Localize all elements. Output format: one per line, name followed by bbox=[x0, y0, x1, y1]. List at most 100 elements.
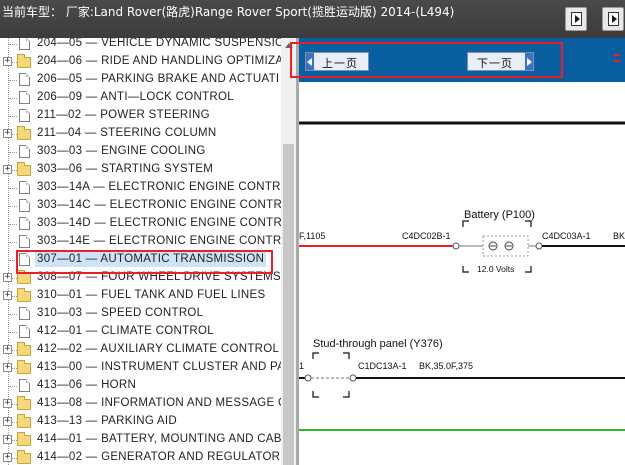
wire-left-label: F,1105 bbox=[299, 231, 325, 241]
connector-pin bbox=[535, 242, 543, 250]
tree-item-310-03[interactable]: 310—03 — SPEED CONTROL bbox=[0, 305, 281, 323]
tree-item-label: 413—13 — PARKING AID bbox=[37, 415, 178, 427]
expand-plus-icon[interactable]: + bbox=[3, 57, 12, 66]
tree-item-206-09[interactable]: 206—09 — ANTI—LOCK CONTROL bbox=[0, 89, 281, 107]
document-icon bbox=[19, 235, 30, 248]
tree-item-412-02[interactable]: +412—02 — AUXILIARY CLIMATE CONTROL bbox=[0, 341, 281, 359]
tree-connector bbox=[9, 44, 17, 45]
battery-title: Battery (P100) bbox=[464, 209, 535, 221]
folder-icon bbox=[17, 414, 31, 428]
tree-item-413-08[interactable]: +413—08 — INFORMATION AND MESSAGE C bbox=[0, 395, 281, 413]
tree-item-label: 204—06 — RIDE AND HANDLING OPTIMIZA bbox=[37, 55, 281, 67]
folder-icon bbox=[17, 54, 31, 68]
expand-plus-icon[interactable]: + bbox=[3, 345, 12, 354]
tree-connector bbox=[9, 116, 17, 117]
tree-scrollbar[interactable] bbox=[281, 38, 296, 465]
tree-connector bbox=[9, 188, 17, 189]
stud-title: Stud-through panel (Y376) bbox=[313, 338, 443, 350]
tree-item-303-14a[interactable]: 303—14A — ELECTRONIC ENGINE CONTRO bbox=[0, 179, 281, 197]
scroll-thumb[interactable] bbox=[283, 144, 294, 465]
tree-connector bbox=[9, 242, 17, 243]
document-icon bbox=[19, 73, 30, 86]
tree-item-label: 303—03 — ENGINE COOLING bbox=[37, 145, 206, 157]
tree-item-413-06[interactable]: 413—06 — HORN bbox=[0, 377, 281, 395]
connector-pin bbox=[452, 242, 460, 250]
tree-item-414-02[interactable]: +414—02 — GENERATOR AND REGULATOR bbox=[0, 449, 281, 465]
tree-item-label: 204—05 — VEHICLE DYNAMIC SUSPENSIO bbox=[37, 38, 281, 49]
folder-icon bbox=[17, 126, 31, 140]
tree-item-204-06[interactable]: +204—06 — RIDE AND HANDLING OPTIMIZA bbox=[0, 53, 281, 71]
document-icon bbox=[19, 379, 30, 392]
nav-highlight-box bbox=[290, 42, 563, 78]
expand-plus-icon[interactable]: + bbox=[3, 363, 12, 372]
toolbar-next-button[interactable] bbox=[602, 7, 624, 31]
expand-plus-icon[interactable]: + bbox=[3, 435, 12, 444]
tree-item-303-14d[interactable]: 303—14D — ELECTRONIC ENGINE CONTRO bbox=[0, 215, 281, 233]
tree-connector bbox=[9, 152, 17, 153]
expand-plus-icon[interactable]: + bbox=[3, 129, 12, 138]
stud-left-number: 1 bbox=[299, 361, 304, 371]
play-icon bbox=[571, 12, 582, 26]
tree-item-label: 412—02 — AUXILIARY CLIMATE CONTROL bbox=[37, 343, 280, 355]
folder-icon bbox=[17, 270, 31, 284]
tree-item-label: 303—14D — ELECTRONIC ENGINE CONTRO bbox=[37, 217, 281, 229]
battery-right-connector-label: C4DC03A-1 bbox=[542, 231, 591, 241]
tree-connector bbox=[9, 386, 17, 387]
battery-left-connector-label: C4DC02B-1 bbox=[402, 231, 451, 241]
tree-item-303-06[interactable]: +303—06 — STARTING SYSTEM bbox=[0, 161, 281, 179]
tree-item-label: 414—02 — GENERATOR AND REGULATOR bbox=[37, 451, 281, 463]
wiring-diagram: F,1105 C4DC02B-1 Battery (P100) 12.0 Vol… bbox=[299, 121, 625, 431]
tree-item-206-05[interactable]: 206—05 — PARKING BRAKE AND ACTUATI bbox=[0, 71, 281, 89]
play-icon bbox=[608, 12, 619, 26]
battery-voltage: 12.0 Volts bbox=[477, 264, 514, 274]
tree-item-310-01[interactable]: +310—01 — FUEL TANK AND FUEL LINES bbox=[0, 287, 281, 305]
tree-item-204-05[interactable]: 204—05 — VEHICLE DYNAMIC SUSPENSIO bbox=[0, 38, 281, 53]
document-icon bbox=[19, 307, 30, 320]
tree-item-414-01[interactable]: +414—01 — BATTERY, MOUNTING AND CAB bbox=[0, 431, 281, 449]
tree-item-label: 412—01 — CLIMATE CONTROL bbox=[37, 325, 214, 337]
expand-plus-icon[interactable]: + bbox=[3, 417, 12, 426]
tree-item-label: 414—01 — BATTERY, MOUNTING AND CAB bbox=[37, 433, 281, 445]
nav-edge-mark bbox=[614, 52, 620, 68]
tree-connector bbox=[9, 224, 17, 225]
tree-item-303-03[interactable]: 303—03 — ENGINE COOLING bbox=[0, 143, 281, 161]
expand-plus-icon[interactable]: + bbox=[3, 273, 12, 282]
tree-item-303-14c[interactable]: 303—14C — ELECTRONIC ENGINE CONTRO bbox=[0, 197, 281, 215]
tree-item-211-02[interactable]: 211—02 — POWER STEERING bbox=[0, 107, 281, 125]
tree-item-412-01[interactable]: 412—01 — CLIMATE CONTROL bbox=[0, 323, 281, 341]
folder-icon bbox=[17, 162, 31, 176]
document-icon bbox=[19, 217, 30, 230]
connector-pin bbox=[304, 374, 312, 382]
toolbar-forward-button[interactable] bbox=[565, 7, 587, 31]
wire-right-label: BK bbox=[613, 231, 625, 241]
expand-plus-icon[interactable]: + bbox=[3, 165, 12, 174]
tree-connector bbox=[9, 98, 17, 99]
document-icon bbox=[19, 109, 30, 122]
tree-item-413-00[interactable]: +413—00 — INSTRUMENT CLUSTER AND PA bbox=[0, 359, 281, 377]
tree-item-label: 303—14C — ELECTRONIC ENGINE CONTRO bbox=[37, 199, 281, 211]
stud-connector-label: C1DC13A-1 bbox=[358, 361, 407, 371]
expand-plus-icon[interactable]: + bbox=[3, 291, 12, 300]
tree-item-label: 211—02 — POWER STEERING bbox=[37, 109, 210, 121]
tree-item-label: 303—06 — STARTING SYSTEM bbox=[37, 163, 214, 175]
tree-connector bbox=[9, 206, 17, 207]
connector-pin bbox=[349, 374, 357, 382]
document-icon bbox=[19, 145, 30, 158]
tree-item-413-13[interactable]: +413—13 — PARKING AID bbox=[0, 413, 281, 431]
tree-item-label: 303—14E — ELECTRONIC ENGINE CONTRO bbox=[37, 235, 281, 247]
folder-icon bbox=[17, 342, 31, 356]
tree-connector bbox=[9, 80, 17, 81]
tree-item-label: 206—09 — ANTI—LOCK CONTROL bbox=[37, 91, 234, 103]
expand-plus-icon[interactable]: + bbox=[3, 399, 12, 408]
selection-highlight-box bbox=[16, 250, 273, 274]
document-icon bbox=[19, 325, 30, 338]
title-bar: 当前车型： 厂家:Land Rover(路虎)Range Rover Sport… bbox=[0, 0, 625, 38]
expand-plus-icon[interactable]: + bbox=[3, 453, 12, 462]
tree-item-label: 413—08 — INFORMATION AND MESSAGE C bbox=[37, 397, 281, 409]
tree-item-label: 310—01 — FUEL TANK AND FUEL LINES bbox=[37, 289, 266, 301]
document-icon bbox=[19, 181, 30, 194]
tree-item-211-04[interactable]: +211—04 — STEERING COLUMN bbox=[0, 125, 281, 143]
folder-icon bbox=[17, 396, 31, 410]
tree-item-label: 211—04 — STEERING COLUMN bbox=[37, 127, 217, 139]
tree-item-303-14e[interactable]: 303—14E — ELECTRONIC ENGINE CONTRO bbox=[0, 233, 281, 251]
